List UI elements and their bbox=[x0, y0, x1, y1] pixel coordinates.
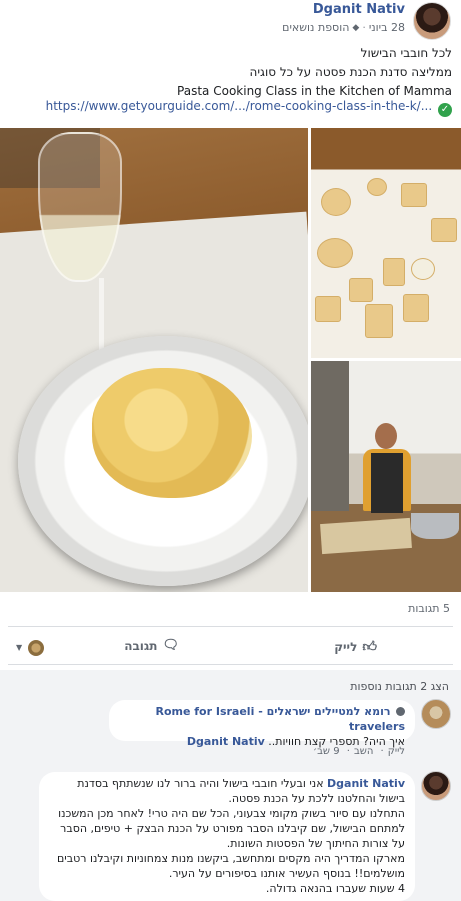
add-topics-link[interactable]: הוספת נושאים bbox=[282, 21, 349, 34]
comment-text-line-4: 4 שעות שעברו בהנאה גדולה. bbox=[265, 882, 405, 895]
like-button[interactable]: 👍︎ לייק bbox=[334, 638, 377, 655]
like-icon: 👍︎ bbox=[362, 639, 377, 655]
chef-apron bbox=[371, 453, 403, 513]
post-body: לכל חובבי הבישול ממליצה סדנת הכנת פסטה ע… bbox=[6, 44, 452, 101]
comment-time[interactable]: 9 שב׳ bbox=[313, 746, 340, 757]
commenter-avatar[interactable] bbox=[421, 699, 451, 729]
comment-text-line-2: התחלנו עם סיור בשוק מקומי צבעוני, הכל שם… bbox=[58, 807, 405, 850]
commenter-avatar[interactable] bbox=[421, 771, 451, 801]
author-avatar[interactable] bbox=[413, 2, 451, 40]
pasta-shape bbox=[411, 258, 435, 280]
photo-chef-kitchen[interactable] bbox=[311, 361, 461, 592]
tag-icon: ◆ bbox=[352, 22, 360, 33]
post-line-2: ממליצה סדנת הכנת פסטה על כל סוגיה bbox=[249, 65, 452, 79]
mention-link[interactable]: Dganit Nativ bbox=[187, 735, 265, 748]
comment-text-line-3: מארקו המדריך היה מקסים ומתחשב, ביקשנו מנ… bbox=[56, 852, 405, 880]
comment-bubble: Dganit Nativ אני ובעלי חובבי בישול והיה … bbox=[39, 772, 415, 901]
pasta-shape bbox=[365, 304, 393, 338]
cutting-board bbox=[320, 517, 412, 555]
comment-icon: 🗨︎ bbox=[162, 638, 179, 653]
check-icon: ✓ bbox=[438, 103, 452, 117]
view-more-replies-link[interactable]: הצג 2 תגובות נוספות bbox=[350, 680, 449, 693]
comment-button[interactable]: 🗨︎ תגובה bbox=[124, 638, 179, 653]
comment-meta: לייק· השב· 9 שב׳ bbox=[313, 746, 405, 757]
photo-grid bbox=[0, 128, 461, 592]
stone-wall bbox=[311, 361, 349, 511]
pasta-shape bbox=[321, 188, 351, 216]
pasta-shape bbox=[431, 218, 457, 242]
pasta-shape bbox=[349, 278, 373, 302]
audience-avatar[interactable] bbox=[28, 640, 44, 656]
comment-author[interactable]: רומא למטיילים ישראלים - Rome for Israeli… bbox=[155, 705, 405, 733]
ravioli-dish bbox=[92, 368, 252, 498]
pasta-shape bbox=[317, 238, 353, 268]
photo-main-pasta-plate[interactable] bbox=[0, 128, 308, 592]
divider-bottom bbox=[8, 664, 453, 665]
action-bar: 👍︎ לייק 🗨︎ תגובה ▼ bbox=[0, 634, 461, 662]
post-header: Dganit Nativ 28 ביוני · ◆ הוספת נושאים bbox=[0, 0, 461, 44]
comment-like-link[interactable]: לייק bbox=[388, 746, 405, 757]
pasta-shape bbox=[367, 178, 387, 196]
pasta-shape bbox=[315, 296, 341, 322]
post-date[interactable]: 28 ביוני bbox=[369, 21, 405, 34]
photo-pasta-shapes[interactable] bbox=[311, 128, 461, 358]
meta-separator: · bbox=[362, 21, 366, 34]
pasta-shape bbox=[403, 294, 429, 322]
chevron-down-icon[interactable]: ▼ bbox=[16, 643, 22, 652]
page-icon bbox=[396, 707, 405, 716]
divider-top bbox=[8, 626, 453, 627]
pasta-shape bbox=[401, 183, 427, 207]
comment-reply-link[interactable]: השב bbox=[354, 746, 373, 757]
comment-author[interactable]: Dganit Nativ bbox=[327, 777, 405, 790]
author-name[interactable]: Dganit Nativ bbox=[313, 2, 405, 17]
post-link-line: https://www.getyourguide.com/.../rome-co… bbox=[6, 97, 452, 117]
chef-head bbox=[375, 423, 397, 449]
comment-label: תגובה bbox=[124, 638, 158, 653]
post-meta: 28 ביוני · ◆ הוספת נושאים bbox=[282, 21, 405, 34]
post-line-1: לכל חובבי הבישול bbox=[360, 46, 452, 60]
comment-bubble: רומא למטיילים ישראלים - Rome for Israeli… bbox=[109, 700, 415, 748]
metal-bowl bbox=[411, 513, 459, 539]
comments-count[interactable]: 5 תגובות bbox=[408, 602, 450, 615]
pasta-shape bbox=[383, 258, 405, 286]
like-label: לייק bbox=[334, 639, 358, 654]
post-link[interactable]: https://www.getyourguide.com/.../rome-co… bbox=[46, 99, 433, 113]
